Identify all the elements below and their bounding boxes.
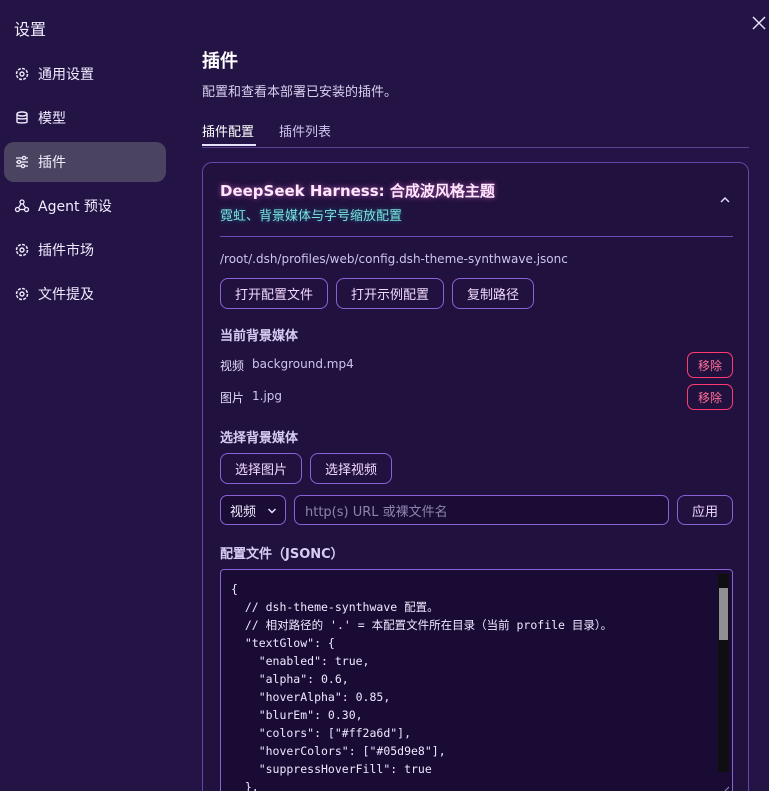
select-image-button[interactable]: 选择图片 — [220, 453, 302, 484]
sidebar-item-plugins[interactable]: 插件 — [4, 142, 166, 182]
divider — [220, 236, 733, 237]
page-description: 配置和查看本部署已安装的插件。 — [202, 85, 398, 100]
code-line: { — [231, 582, 238, 596]
copy-path-button[interactable]: 复制路径 — [452, 278, 534, 309]
tab-plugin-list[interactable]: 插件列表 — [279, 121, 331, 140]
media-type: 视频 — [220, 359, 245, 373]
window-title: 设置 — [14, 20, 47, 39]
main-panel: 插件 配置和查看本部署已安装的插件。 插件配置 插件列表 DeepSeek Ha… — [202, 0, 750, 791]
code-line: "hoverColors": ["#05d9e8"], — [231, 744, 446, 758]
media-row-image: 图片 1.jpg 移除 — [220, 384, 733, 410]
media-row-video: 视频 background.mp4 移除 — [220, 352, 733, 378]
current-media-label: 当前背景媒体 — [220, 329, 299, 344]
sidebar-item-file-mentions[interactable]: 文件提及 — [4, 274, 166, 314]
open-config-button[interactable]: 打开配置文件 — [220, 278, 328, 309]
media-type-select-value: 视频 — [230, 504, 257, 520]
code-line: "suppressHoverFill": true — [231, 762, 432, 776]
url-input[interactable]: http(s) URL 或裸文件名 — [294, 495, 669, 525]
code-line: // 相对路径的 '.' = 本配置文件所在目录（当前 profile 目录）。 — [231, 618, 613, 632]
code-line: "textGlow": { — [231, 636, 335, 650]
code-line: // dsh-theme-synthwave 配置。 — [231, 600, 439, 614]
gear-icon — [14, 286, 30, 302]
sidebar-item-label: 通用设置 — [38, 67, 94, 83]
sidebar-item-models[interactable]: 模型 — [4, 98, 166, 138]
sidebar-item-label: 插件市场 — [38, 243, 94, 259]
media-file: background.mp4 — [252, 357, 354, 371]
code-line: }, — [231, 780, 259, 791]
media-type: 图片 — [220, 391, 245, 405]
sidebar-item-general[interactable]: 通用设置 — [4, 54, 166, 94]
sidebar-item-plugin-market[interactable]: 插件市场 — [4, 230, 166, 270]
config-path: /root/.dsh/profiles/web/config.dsh-theme… — [220, 252, 568, 266]
remove-video-button[interactable]: 移除 — [687, 352, 733, 378]
plugin-name: DeepSeek Harness: 合成波风格主题 — [220, 182, 495, 200]
apply-button[interactable]: 应用 — [677, 495, 733, 525]
plugin-subtitle: 霓虹、背景媒体与字号缩放配置 — [220, 209, 403, 224]
chevron-down-icon — [267, 505, 277, 515]
gear-icon — [14, 66, 30, 82]
code-line: "blurEm": 0.30, — [231, 708, 363, 722]
tab-bar: 插件配置 插件列表 — [202, 118, 749, 148]
code-line: "hoverAlpha": 0.85, — [231, 690, 391, 704]
code-line: "colors": ["#ff2a6d"], — [231, 726, 412, 740]
sidebar-item-label: 插件 — [38, 155, 66, 171]
select-video-button[interactable]: 选择视频 — [310, 453, 392, 484]
code-line: "alpha": 0.6, — [231, 672, 349, 686]
config-file-label: 配置文件（JSONC） — [220, 547, 344, 562]
code-line: "enabled": true, — [231, 654, 370, 668]
url-placeholder: http(s) URL 或裸文件名 — [305, 504, 448, 520]
agent-icon — [14, 198, 30, 214]
gear-icon — [14, 242, 30, 258]
open-example-button[interactable]: 打开示例配置 — [336, 278, 444, 309]
remove-image-button[interactable]: 移除 — [687, 384, 733, 410]
code-lines: { // dsh-theme-synthwave 配置。 // 相对路径的 '.… — [231, 580, 711, 791]
media-file: 1.jpg — [252, 389, 283, 403]
tab-plugin-config[interactable]: 插件配置 — [202, 121, 254, 140]
close-icon[interactable] — [752, 16, 768, 32]
media-type-select[interactable]: 视频 — [220, 495, 286, 525]
page-title: 插件 — [202, 51, 238, 72]
select-media-label: 选择背景媒体 — [220, 431, 299, 446]
resize-grip-icon[interactable] — [718, 784, 730, 791]
sidebar-item-label: Agent 预设 — [38, 199, 112, 215]
sliders-icon — [14, 154, 30, 170]
editor-scrollbar-thumb[interactable] — [719, 588, 728, 640]
plugin-card: DeepSeek Harness: 合成波风格主题 霓虹、背景媒体与字号缩放配置… — [202, 162, 749, 791]
active-tab-indicator — [202, 144, 256, 146]
sidebar-item-agent-presets[interactable]: Agent 预设 — [4, 186, 166, 226]
sidebar-item-label: 文件提及 — [38, 287, 94, 303]
config-editor[interactable]: { // dsh-theme-synthwave 配置。 // 相对路径的 '.… — [220, 569, 733, 791]
sidebar-item-label: 模型 — [38, 111, 66, 127]
database-icon — [14, 110, 30, 126]
chevron-up-icon[interactable] — [718, 193, 732, 207]
